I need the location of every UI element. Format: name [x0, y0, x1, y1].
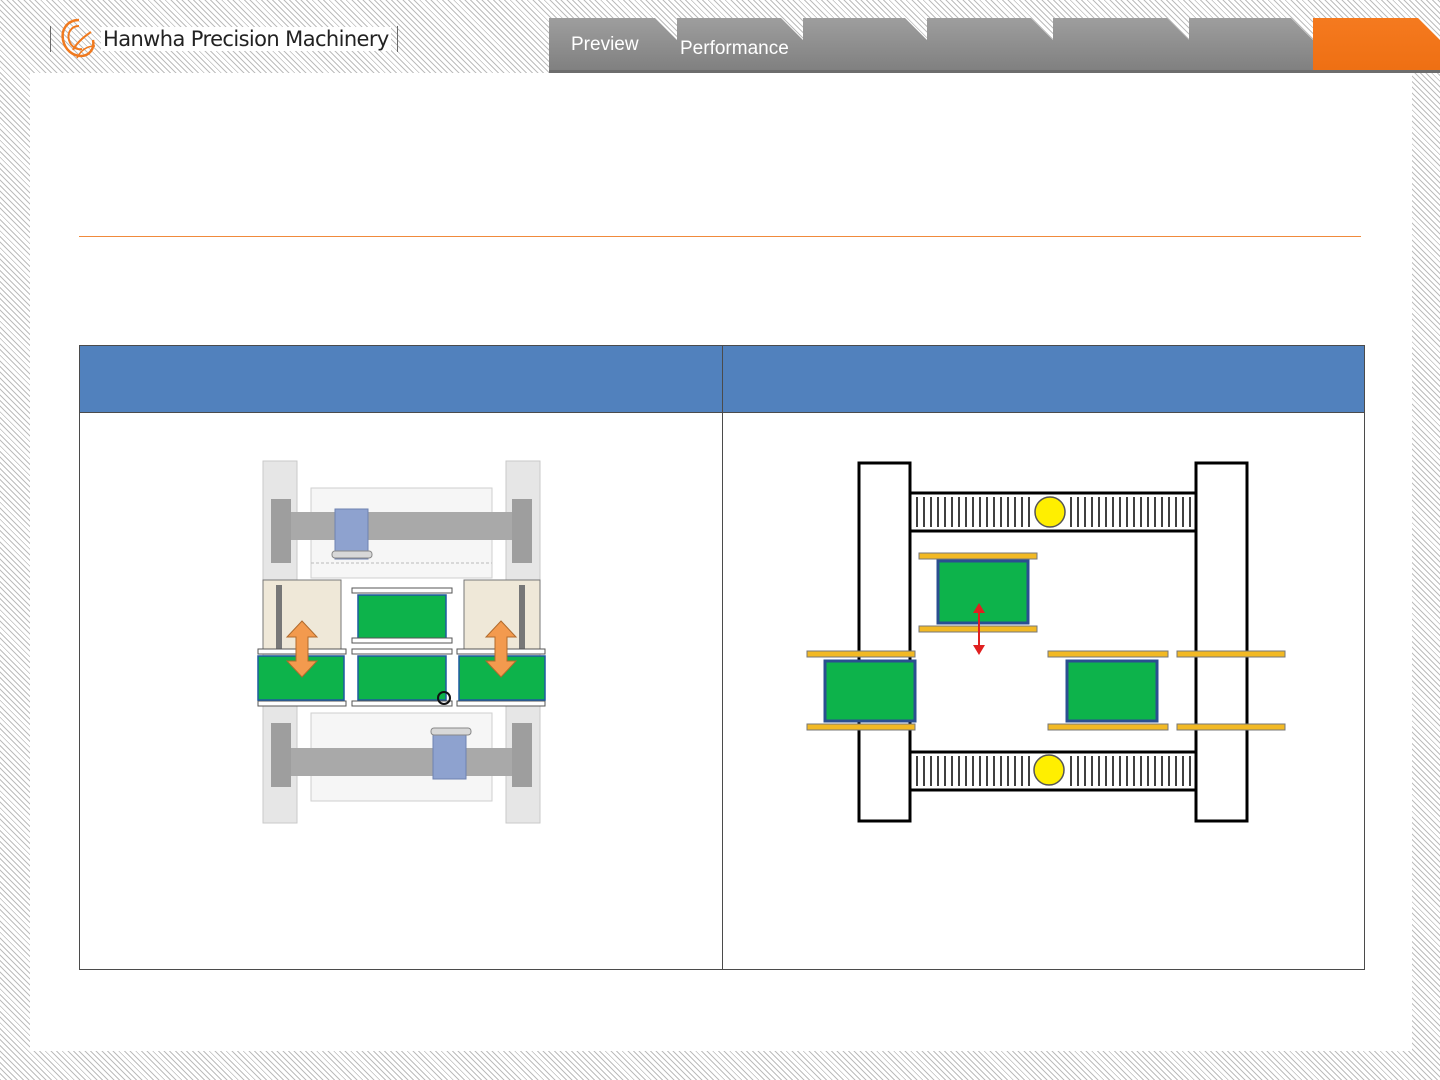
table-cell-right [723, 413, 1364, 969]
tab-6[interactable] [1189, 18, 1313, 72]
dual-lane-conveyor-diagram [806, 461, 1286, 823]
title-divider [79, 236, 1361, 237]
comparison-table [79, 345, 1365, 970]
table-header-left [80, 346, 722, 412]
logo-divider-right [396, 26, 398, 52]
logo-divider-left [50, 26, 51, 52]
tab-preview-label: Preview [571, 34, 639, 55]
tab-5[interactable] [1053, 18, 1189, 72]
app-header: Hanwha Precision Machinery Preview Perfo… [0, 0, 1440, 73]
tab-performance-label: Performance [680, 38, 789, 59]
hanwha-mark-icon [61, 18, 96, 59]
brand-name: Hanwha Precision Machinery [101, 27, 391, 51]
brand-logo: Hanwha Precision Machinery [44, 16, 404, 62]
table-cell-left [80, 413, 722, 969]
shuttle-conveyor-diagram [257, 460, 546, 824]
tab-4[interactable] [927, 18, 1053, 72]
tab-7-active[interactable] [1313, 18, 1440, 72]
table-header-right [723, 346, 1364, 412]
tab-preview[interactable]: Preview [549, 18, 677, 72]
tab-performance[interactable]: Performance [677, 18, 803, 72]
nav-tabs: Preview Performance [549, 18, 1440, 72]
tab-3[interactable] [803, 18, 927, 72]
